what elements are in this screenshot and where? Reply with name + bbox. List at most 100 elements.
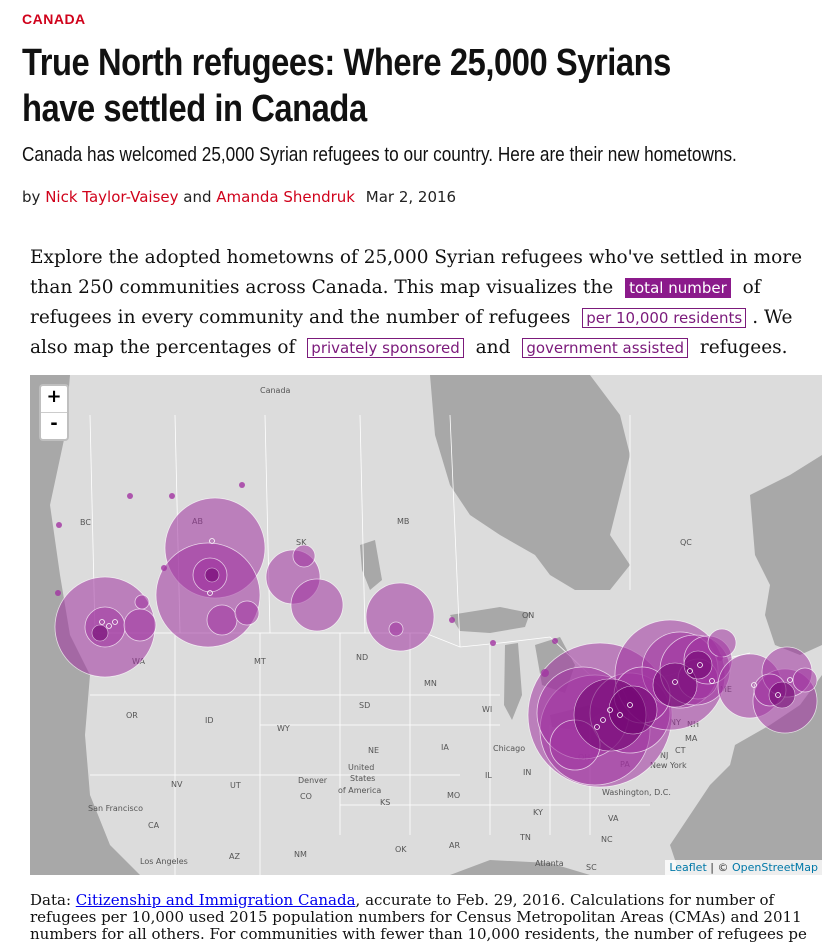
map-label: Chicago — [493, 744, 525, 753]
gulf-of-mexico — [450, 860, 590, 875]
intro-text-5: refugees. — [699, 337, 788, 358]
bubble-small[interactable] — [552, 638, 558, 644]
map-label: AZ — [229, 852, 240, 861]
bubble-winnipeg[interactable] — [365, 582, 435, 652]
publish-date: Mar 2, 2016 — [365, 188, 457, 206]
map-label: OR — [126, 711, 138, 720]
bubble-surrey[interactable] — [91, 624, 109, 642]
map-label: NE — [368, 746, 379, 755]
bubble-small[interactable] — [541, 669, 549, 677]
map-label: IA — [441, 743, 449, 752]
gulf-st-lawrence — [750, 455, 822, 655]
hudson-bay — [430, 375, 630, 590]
bubble-small[interactable] — [717, 655, 723, 661]
footnote-pre: Data: — [30, 891, 76, 909]
map-label: MN — [424, 679, 437, 688]
bubble-small[interactable] — [56, 522, 62, 528]
author-link-2[interactable]: Amanda Shendruk — [216, 188, 355, 206]
map-label: ID — [205, 716, 214, 725]
bubble-lethbridge[interactable] — [206, 604, 238, 636]
map-label: NV — [171, 780, 183, 789]
map-label: MB — [397, 517, 409, 526]
bubble-quebec[interactable] — [707, 628, 737, 658]
map-label: MO — [447, 791, 460, 800]
intro-paragraph: Explore the adopted hometowns of 25,000 … — [30, 243, 810, 363]
bubble-small[interactable] — [161, 565, 167, 571]
bubble-small[interactable] — [127, 493, 133, 499]
zoom-in-button[interactable]: + — [41, 386, 67, 412]
map-label: SC — [586, 863, 597, 872]
byline: by Nick Taylor-Vaisey and Amanda Shendru… — [22, 188, 456, 206]
map-label: NM — [294, 850, 307, 859]
map-label: Canada — [260, 386, 291, 395]
map-attribution: Leaflet | © OpenStreetMap — [665, 860, 822, 875]
bubble-brandon[interactable] — [388, 621, 404, 637]
map-label: VA — [608, 814, 619, 823]
byline-by: by — [22, 188, 41, 206]
map-label: Atlanta — [535, 859, 564, 868]
map-label: ON — [522, 611, 534, 620]
bubble-small[interactable] — [169, 493, 175, 499]
zoom-out-button[interactable]: - — [41, 412, 67, 439]
map-label: WY — [277, 724, 290, 733]
bubble-small[interactable] — [449, 617, 455, 623]
bubble-mississauga[interactable] — [608, 685, 658, 735]
map-label: Denver — [298, 776, 328, 785]
toggle-per-10000[interactable]: per 10,000 residents — [582, 308, 747, 328]
map-label: CT — [675, 746, 686, 755]
bubble-small[interactable] — [490, 640, 496, 646]
map-label: Los Angeles — [140, 857, 188, 866]
map-label: OK — [395, 845, 407, 854]
byline-and: and — [183, 188, 212, 206]
osm-link[interactable]: OpenStreetMap — [732, 861, 818, 874]
map-label: ND — [356, 653, 368, 662]
bubble-ab-core[interactable] — [204, 567, 220, 583]
map-label: IN — [523, 768, 531, 777]
map-label: BC — [80, 518, 91, 527]
map-label: WI — [482, 705, 492, 714]
bubble-medicine-hat[interactable] — [234, 600, 260, 626]
map-label: MT — [254, 657, 266, 666]
map-label: MA — [685, 734, 698, 743]
bubble-regina[interactable] — [290, 578, 344, 632]
map-label: CO — [300, 792, 312, 801]
map-label: IL — [485, 771, 492, 780]
bubble-small[interactable] — [239, 482, 245, 488]
toggle-government-assisted[interactable]: government assisted — [522, 338, 688, 358]
toggle-total-number[interactable]: total number — [625, 278, 731, 298]
map-label: KS — [380, 798, 390, 807]
intro-text-4: and — [475, 337, 511, 358]
map-label: United — [348, 763, 374, 772]
lake-superior — [450, 607, 530, 633]
map-canvas: Canada BC AB SK MB ON QC WA MT ND MN OR … — [30, 375, 822, 875]
bubble-pei[interactable] — [792, 667, 818, 693]
section-kicker[interactable]: CANADA — [22, 11, 86, 27]
map-label: Washington, D.C. — [602, 788, 671, 797]
attr-separator: | © — [706, 861, 732, 874]
leaflet-link[interactable]: Leaflet — [669, 861, 706, 874]
author-link-1[interactable]: Nick Taylor-Vaisey — [45, 188, 178, 206]
bubble-small[interactable] — [55, 590, 61, 596]
bubble-montreal-core[interactable] — [683, 650, 713, 680]
toggle-privately-sponsored[interactable]: privately sponsored — [307, 338, 464, 358]
zoom-control: + - — [39, 384, 69, 441]
map-label: AR — [449, 841, 460, 850]
map-label: NC — [601, 835, 613, 844]
bubble-bc-3[interactable] — [134, 594, 150, 610]
map-label: TN — [519, 833, 531, 842]
bubble-sk-3[interactable] — [292, 544, 316, 568]
map-label: KY — [533, 808, 543, 817]
map-label: CA — [148, 821, 160, 830]
map-label: QC — [680, 538, 692, 547]
bubble-bc-2[interactable] — [123, 608, 157, 642]
map-label: New York — [650, 761, 687, 770]
data-footnote: Data: Citizenship and Immigration Canada… — [30, 892, 830, 943]
dek: Canada has welcomed 25,000 Syrian refuge… — [22, 144, 737, 166]
source-link[interactable]: Citizenship and Immigration Canada — [76, 891, 356, 909]
headline: True North refugees: Where 25,000 Syrian… — [22, 42, 671, 130]
bubble-halifax-core[interactable] — [768, 681, 796, 709]
map-label: of America — [338, 786, 381, 795]
refugee-map[interactable]: + - Canada BC SK MB ON QC MT ND MN OR ID… — [30, 375, 822, 875]
map-label: UT — [230, 781, 241, 790]
lake-michigan — [504, 643, 522, 720]
